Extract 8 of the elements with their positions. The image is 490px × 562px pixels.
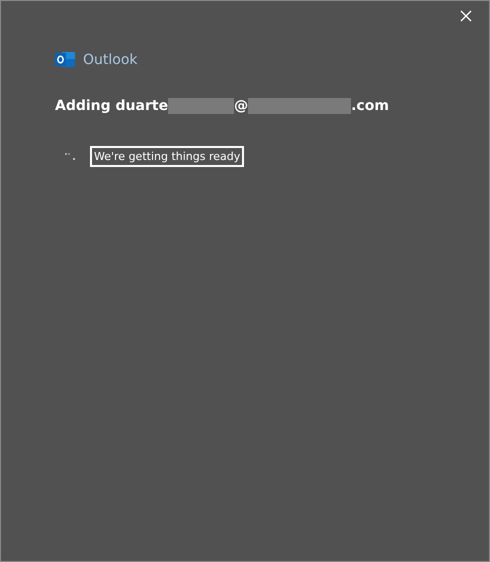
- heading-text: @: [234, 98, 248, 114]
- heading-text: .com: [351, 98, 389, 114]
- spinner-icon: [65, 152, 76, 160]
- redaction-bar: [168, 98, 234, 114]
- app-name: Outlook: [83, 52, 138, 68]
- outlook-logo-icon: [55, 51, 76, 68]
- status-text: We're getting things ready: [90, 146, 244, 167]
- heading-text: Adding duarte: [55, 98, 168, 114]
